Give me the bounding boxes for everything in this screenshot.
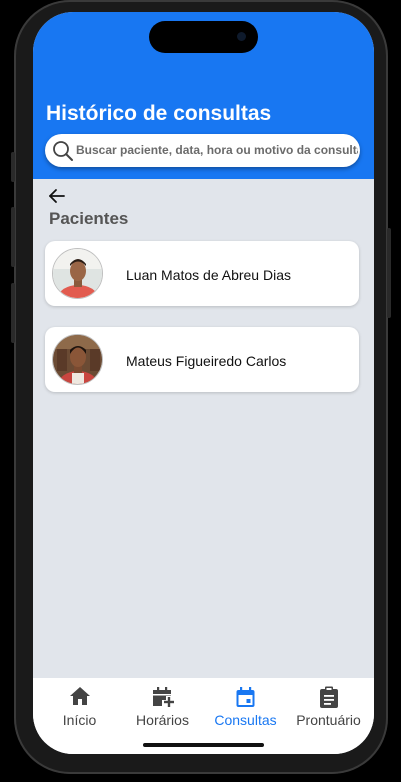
tab-inicio[interactable]: Início [37, 678, 122, 738]
avatar [52, 334, 103, 385]
tab-label: Horários [136, 712, 189, 728]
phone-side-button [11, 152, 15, 182]
home-indicator [143, 743, 264, 747]
tab-horarios[interactable]: Horários [120, 678, 205, 738]
phone-side-button [387, 228, 391, 318]
tab-label: Prontuário [296, 712, 361, 728]
dynamic-island [149, 21, 258, 53]
app-screen: Histórico de consultas Pacientes Luan Ma… [33, 12, 374, 754]
patient-card[interactable]: Luan Matos de Abreu Dias [45, 241, 359, 306]
search-input[interactable] [76, 139, 358, 161]
calendar-icon [236, 687, 255, 707]
tab-label: Início [62, 712, 97, 728]
avatar [52, 248, 103, 299]
tab-label: Consultas [214, 712, 277, 728]
bottom-tab-bar: Início Horários Consultas Prontuário [33, 678, 374, 754]
search-bar[interactable] [45, 134, 360, 167]
home-icon [70, 687, 90, 705]
tab-consultas[interactable]: Consultas [203, 678, 288, 738]
phone-side-button [11, 207, 15, 267]
page-title: Histórico de consultas [46, 102, 272, 125]
calendar-plus-icon [153, 687, 174, 707]
phone-side-button [11, 283, 15, 343]
section-title: Pacientes [49, 209, 129, 228]
tab-prontuario[interactable]: Prontuário [286, 678, 371, 738]
search-icon [53, 141, 73, 161]
back-arrow-icon[interactable] [47, 186, 67, 206]
camera-icon [237, 32, 246, 41]
app-header: Histórico de consultas [33, 12, 374, 179]
patient-card[interactable]: Mateus Figueiredo Carlos [45, 327, 359, 392]
patient-name: Luan Matos de Abreu Dias [126, 267, 291, 283]
patient-name: Mateus Figueiredo Carlos [126, 353, 287, 369]
clipboard-icon [320, 686, 338, 708]
